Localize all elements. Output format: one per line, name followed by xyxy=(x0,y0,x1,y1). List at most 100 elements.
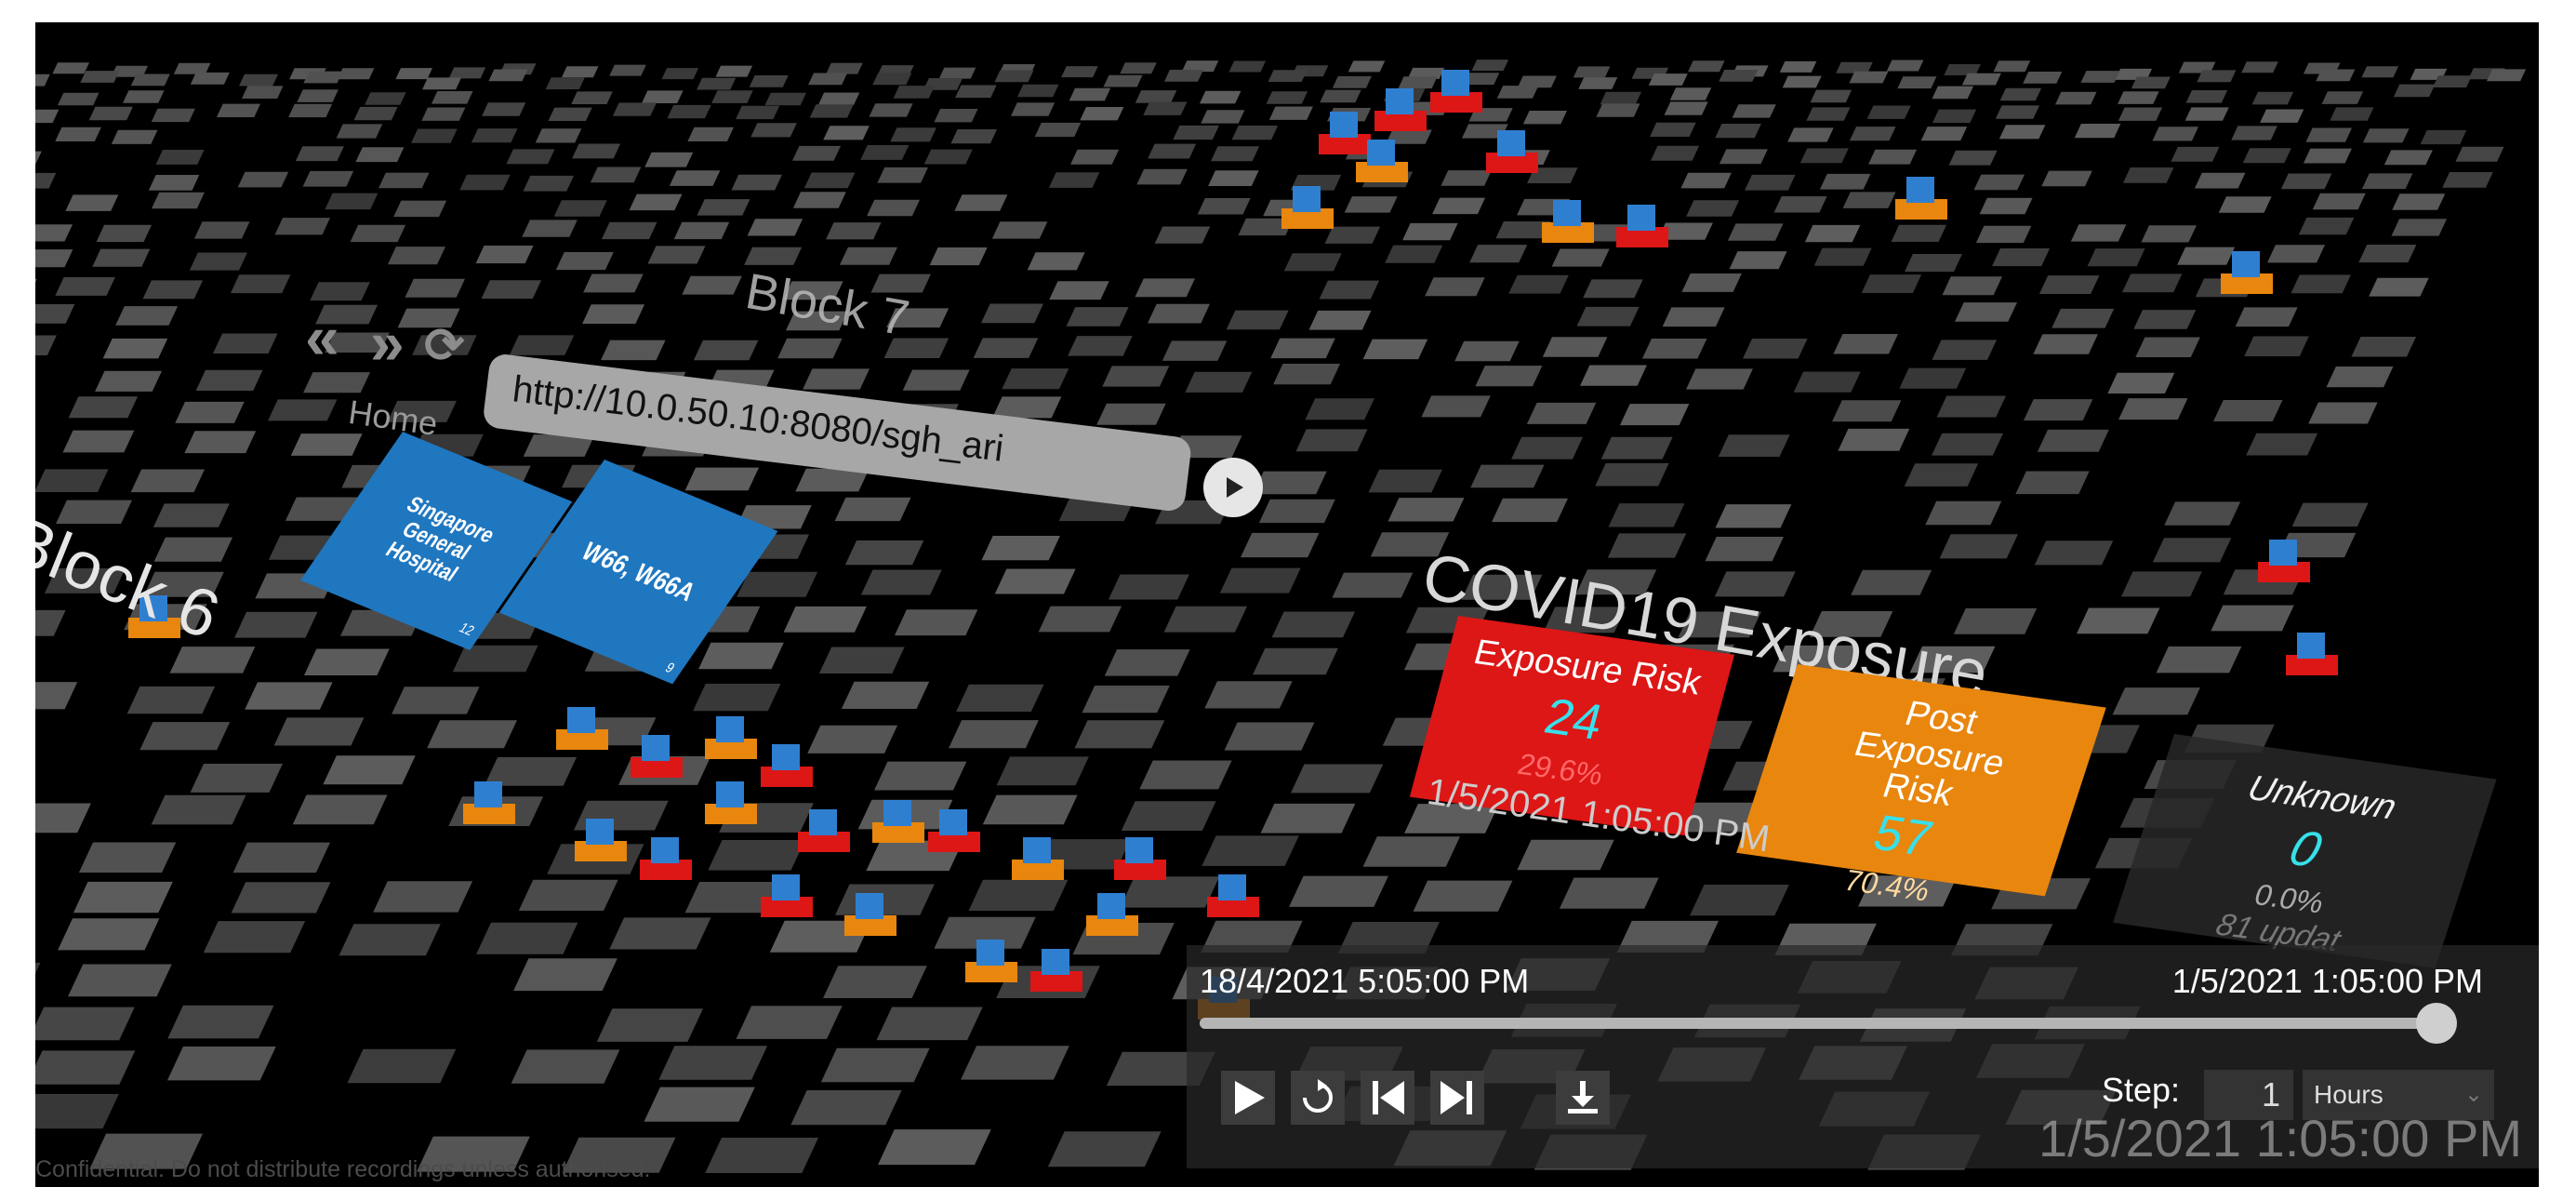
play-button[interactable] xyxy=(1221,1071,1275,1125)
bed-shape xyxy=(2184,107,2229,121)
download-button[interactable] xyxy=(1556,1071,1610,1125)
patient-marker[interactable] xyxy=(1023,837,1051,863)
bed-shape xyxy=(1743,339,1808,359)
url-text: http://10.0.50.10:8080/sgh_ari xyxy=(510,368,1006,470)
patient-marker[interactable] xyxy=(939,809,967,835)
bed-shape xyxy=(1705,537,1784,562)
bed-shape xyxy=(2023,72,2063,84)
bed-shape xyxy=(823,966,927,999)
bed-shape xyxy=(982,794,1078,825)
bed-shape xyxy=(2383,150,2433,166)
bed-shape xyxy=(1961,73,2001,86)
bed-shape xyxy=(2164,501,2241,526)
bed-shape xyxy=(1600,91,1642,105)
patient-marker[interactable] xyxy=(1386,88,1414,114)
bed-shape xyxy=(2171,146,2220,162)
patient-marker[interactable] xyxy=(2269,540,2297,566)
bed-shape xyxy=(1475,366,1543,387)
bed-shape xyxy=(1793,371,1861,393)
patient-marker[interactable] xyxy=(1553,200,1581,226)
bed-shape xyxy=(644,1087,755,1122)
post-exposure-risk-card[interactable]: Post Exposure Risk 57 70.4% xyxy=(1736,664,2106,907)
patient-marker[interactable] xyxy=(716,716,744,742)
patient-marker[interactable] xyxy=(651,837,679,863)
patient-marker[interactable] xyxy=(1441,70,1469,96)
bed-shape xyxy=(2442,172,2493,188)
bed-shape xyxy=(513,958,617,992)
bed-shape xyxy=(1596,103,1640,117)
bed-shape xyxy=(1651,145,1700,161)
bed-shape xyxy=(878,1129,991,1166)
bed-shape xyxy=(2033,334,2098,354)
go-button[interactable] xyxy=(1203,458,1263,517)
bed-shape xyxy=(1619,404,1690,426)
bed-shape xyxy=(2038,275,2100,295)
bed-shape xyxy=(2177,247,2236,265)
vr-viewport[interactable]: « » ⟳ http://10.0.50.10:8080/sgh_ari Hom… xyxy=(35,22,2539,1187)
bed-shape xyxy=(1454,340,1520,362)
bed-shape xyxy=(1715,504,1792,528)
bed-shape xyxy=(1782,75,1822,88)
bed-shape xyxy=(273,717,365,746)
patient-marker[interactable] xyxy=(1497,130,1525,156)
timeline-thumb[interactable] xyxy=(2416,1003,2457,1044)
bed-shape xyxy=(1842,192,1896,208)
patient-marker[interactable] xyxy=(2297,633,2325,659)
bed-shape xyxy=(1804,224,1861,243)
refresh-icon[interactable]: ⟳ xyxy=(424,318,465,374)
patient-marker[interactable] xyxy=(1125,837,1153,863)
skip-start-button[interactable] xyxy=(1361,1071,1414,1125)
patient-marker[interactable] xyxy=(772,874,800,900)
bed-shape xyxy=(2218,196,2272,213)
home-link[interactable]: Home xyxy=(346,393,440,444)
bed-shape xyxy=(1851,569,1932,595)
bed-shape xyxy=(2122,167,2174,183)
timeline-slider[interactable] xyxy=(1200,1003,2457,1044)
patient-marker[interactable] xyxy=(1627,205,1655,231)
patient-marker[interactable] xyxy=(856,893,883,919)
bed-shape xyxy=(596,1008,703,1042)
patient-marker[interactable] xyxy=(716,781,744,807)
skip-end-button[interactable] xyxy=(1430,1071,1484,1125)
bed-shape xyxy=(1470,464,1545,488)
patient-marker[interactable] xyxy=(976,940,1004,966)
bed-shape xyxy=(245,682,333,710)
patient-marker[interactable] xyxy=(567,707,595,733)
bed-shape xyxy=(609,917,711,950)
patient-marker[interactable] xyxy=(642,735,670,761)
bed-shape xyxy=(1799,148,1849,164)
patient-marker[interactable] xyxy=(586,819,614,845)
replay-button[interactable] xyxy=(1291,1071,1345,1125)
patient-marker[interactable] xyxy=(1042,949,1069,975)
bed-shape xyxy=(232,842,331,874)
patient-marker[interactable] xyxy=(883,800,911,826)
bed-shape xyxy=(1813,247,1872,266)
bed-shape xyxy=(1993,60,2031,73)
bed-shape xyxy=(1542,337,1608,357)
patient-marker[interactable] xyxy=(474,781,502,807)
patient-marker[interactable] xyxy=(1367,140,1395,166)
bed-shape xyxy=(2118,107,2163,121)
step-unit-value: Hours xyxy=(2314,1080,2383,1109)
bed-shape xyxy=(1469,245,1528,263)
patient-marker[interactable] xyxy=(2232,251,2260,277)
playback-controls: 18/4/2021 5:05:00 PM 1/5/2021 1:05:00 PM… xyxy=(1187,945,2539,1168)
bed-shape xyxy=(2213,400,2283,421)
patient-marker[interactable] xyxy=(1906,177,1934,203)
patient-marker[interactable] xyxy=(1097,893,1125,919)
tile-hospital-label: Singapore General Hospital xyxy=(380,491,500,587)
forward-icon[interactable]: » xyxy=(370,307,405,378)
bed-shape xyxy=(2152,538,2232,563)
play-icon xyxy=(1235,1081,1265,1114)
bed-shape xyxy=(292,794,388,825)
bed-shape xyxy=(968,879,1069,912)
back-icon[interactable]: « xyxy=(305,301,339,372)
patient-marker[interactable] xyxy=(1218,874,1246,900)
bed-shape xyxy=(2135,337,2200,357)
bed-shape xyxy=(1650,122,1696,138)
patient-marker[interactable] xyxy=(809,809,837,835)
bed-shape xyxy=(1413,880,1513,912)
patient-marker[interactable] xyxy=(772,744,800,770)
bed-shape xyxy=(1608,503,1685,527)
bed-shape xyxy=(1289,875,1388,907)
